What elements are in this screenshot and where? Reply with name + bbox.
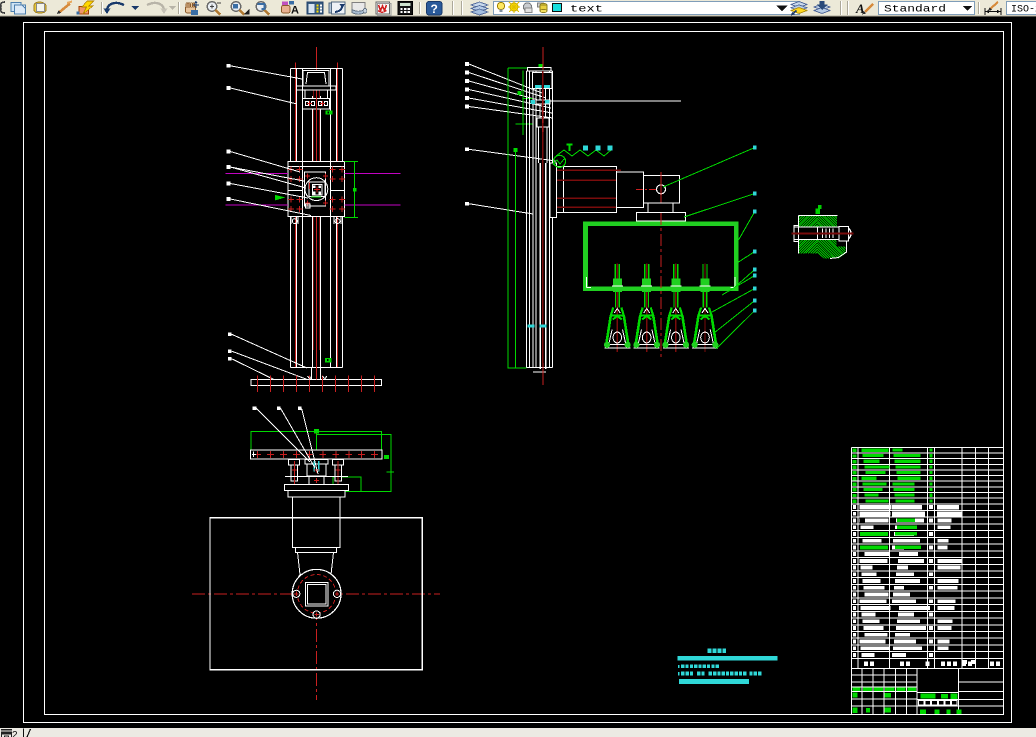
svg-text:2: 2 [12,730,18,737]
svg-text:A: A [291,5,299,17]
svg-text:text: text [570,5,603,16]
svg-text:Standard: Standard [884,4,946,16]
svg-text:ISO-2: ISO-2 [1011,5,1036,16]
svg-text:?: ? [431,2,438,16]
